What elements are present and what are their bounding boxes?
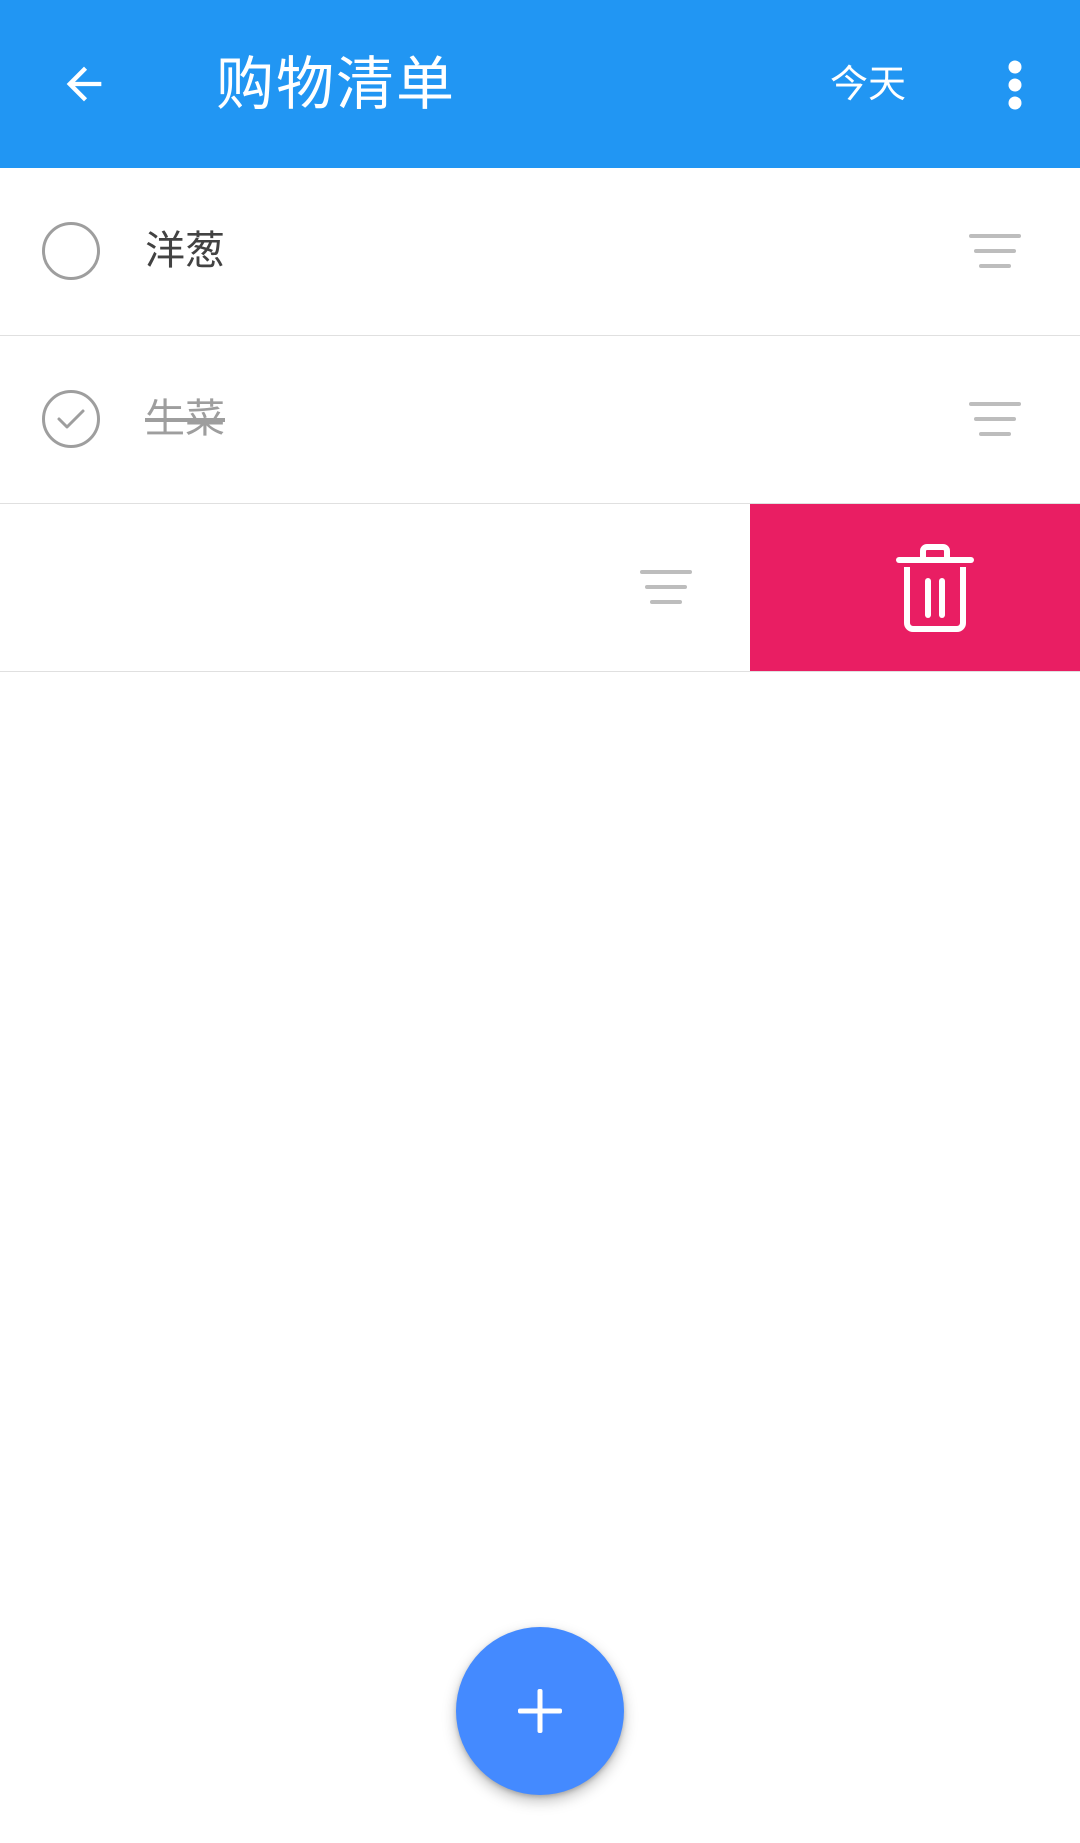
trash-icon [896,543,974,632]
swiped-item-content[interactable] [0,504,750,671]
plus-icon [518,1689,562,1733]
add-item-button[interactable] [456,1627,624,1795]
today-button[interactable]: 今天 [830,52,906,116]
page-title: 购物清单 [216,50,457,118]
delete-button[interactable] [880,533,990,643]
drag-handle-icon [969,402,1021,436]
list-item[interactable]: 生菜 [0,336,1080,504]
list-item[interactable]: 洋葱 [0,168,1080,336]
item-checkbox[interactable] [42,222,100,280]
item-label: 生菜 [145,396,225,442]
drag-handle-icon [640,570,692,604]
drag-handle[interactable] [636,566,696,608]
list-item-swiped[interactable] [0,504,1080,672]
app-bar: 购物清单 今天 [0,0,1080,168]
more-options-button[interactable] [980,50,1050,120]
more-vert-icon [1008,60,1022,110]
drag-handle[interactable] [965,398,1025,440]
item-checkbox[interactable] [42,390,100,448]
delete-action [750,504,1080,671]
item-label: 洋葱 [145,228,225,274]
shopping-list: 洋葱 生菜 [0,168,1080,672]
back-button[interactable] [44,44,124,124]
arrow-back-icon [66,66,102,102]
check-icon [57,409,85,429]
drag-handle-icon [969,234,1021,268]
drag-handle[interactable] [965,230,1025,272]
